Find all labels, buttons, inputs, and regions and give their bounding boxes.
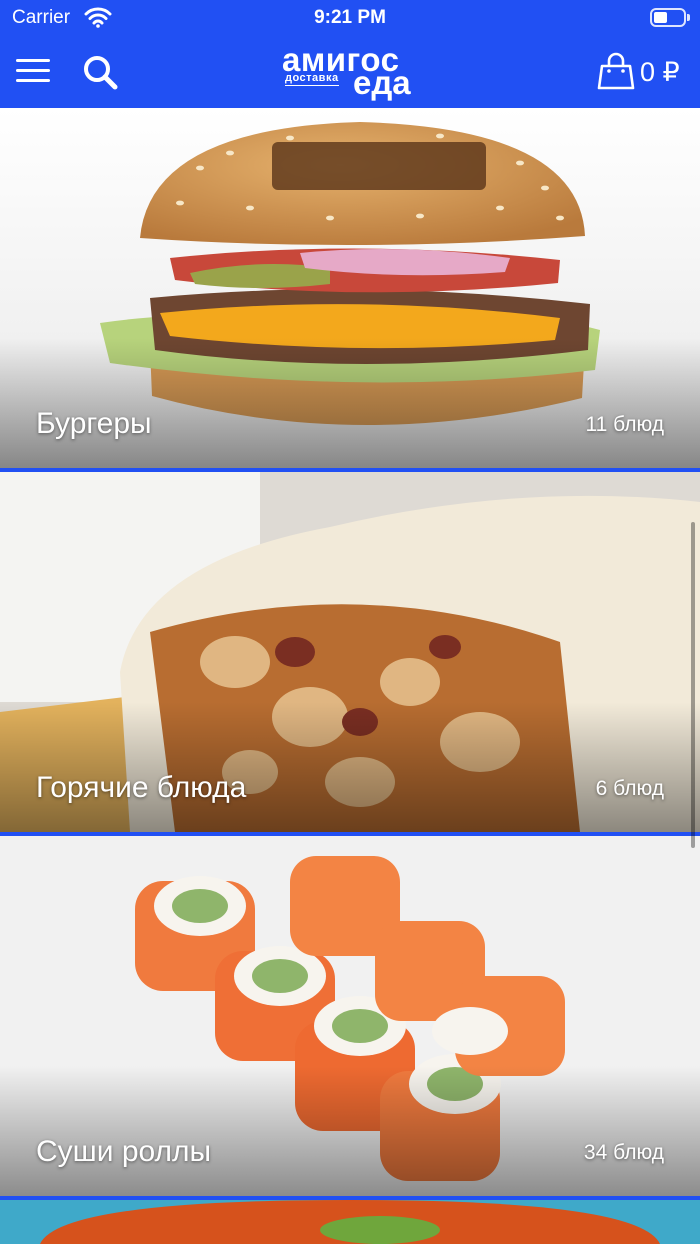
cart-total[interactable]: 0 ₽ xyxy=(640,56,680,88)
battery-icon xyxy=(650,8,686,27)
brand-logo: амигос доставка еда xyxy=(280,42,420,100)
category-card-soups[interactable] xyxy=(0,1200,700,1244)
card-shade xyxy=(0,338,700,468)
card-shade xyxy=(0,702,700,832)
logo-text-small: доставка xyxy=(285,72,339,86)
category-card-hot-dishes[interactable]: Горячие блюда 6 блюд xyxy=(0,472,700,832)
status-time: 9:21 PM xyxy=(314,7,386,28)
category-title: Бургеры xyxy=(36,407,152,440)
category-count: 34 блюд xyxy=(583,1141,664,1164)
category-title: Суши роллы xyxy=(36,1135,212,1168)
category-count: 6 блюд xyxy=(595,777,664,800)
shopping-bag-icon[interactable] xyxy=(596,50,636,92)
battery-cap xyxy=(687,14,690,21)
scroll-indicator[interactable] xyxy=(691,522,695,848)
category-list: Бургеры 11 блюд Горячие блюда 6 блюд Суш… xyxy=(0,108,700,1244)
category-title: Горячие блюда xyxy=(36,771,247,804)
card-shade xyxy=(0,1066,700,1196)
soup-image xyxy=(0,1200,700,1244)
status-bar: Carrier 9:21 PM xyxy=(0,0,700,36)
top-bar: Carrier 9:21 PM амигос доставка еда 0 ₽ xyxy=(0,0,700,108)
hamburger-menu-icon[interactable] xyxy=(14,54,54,88)
search-icon[interactable] xyxy=(80,52,122,94)
category-card-sushi-rolls[interactable]: Суши роллы 34 блюд xyxy=(0,836,700,1196)
category-count: 11 блюд xyxy=(585,413,664,436)
logo-text-big: еда xyxy=(353,64,411,101)
category-card-burgers[interactable]: Бургеры 11 блюд xyxy=(0,108,700,468)
